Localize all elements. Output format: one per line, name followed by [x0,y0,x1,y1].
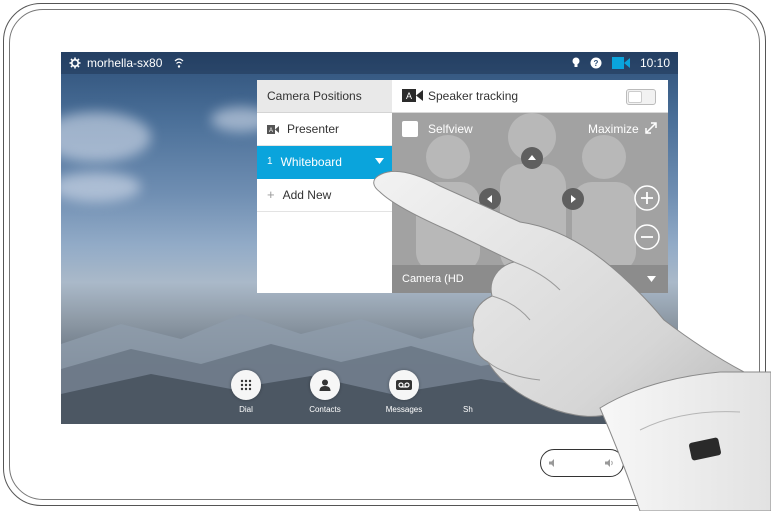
touch-screen: morhella-sx80 ? 10:10 Camera Positions A [61,52,678,424]
person-icon [310,370,340,400]
volume-up-icon[interactable] [605,459,615,467]
mute-button[interactable] [642,449,670,477]
position-item-whiteboard[interactable]: 1 Whiteboard [257,146,392,179]
status-bar: morhella-sx80 ? 10:10 [61,52,678,74]
microphone-icon [652,457,660,469]
device-name: morhella-sx80 [87,56,163,70]
cloud [61,172,141,202]
maximize-icon[interactable] [644,121,658,135]
speaker-tracking-toggle[interactable] [626,89,656,105]
camera-select-caret-icon [647,276,656,282]
pan-right-button[interactable] [561,187,585,211]
plus-icon: + [267,187,275,202]
dock-label: Contacts [309,405,341,414]
pan-left-button[interactable] [478,187,502,211]
clock: 10:10 [639,56,670,70]
mountain-landscape [61,314,678,424]
svg-text:A: A [406,91,412,101]
dock-messages[interactable]: Messages [374,370,434,414]
selfview-checkbox[interactable] [402,121,418,137]
position-item-presenter[interactable]: A Presenter [257,113,392,146]
dock-share[interactable]: Sh [453,370,513,414]
voicemail-icon [389,370,419,400]
lightbulb-icon[interactable] [572,57,580,69]
wifi-icon [174,57,184,69]
dock-dial[interactable]: Dial [216,370,276,414]
position-item-add-new[interactable]: + Add New [257,179,392,212]
svg-text:A: A [269,128,273,134]
zoom-in-button[interactable] [633,184,661,212]
dock-label: Sh [463,405,473,414]
dropdown-caret-icon[interactable] [375,158,384,164]
camera-positions-panel: Camera Positions A Presenter 1 Whiteboar… [257,80,392,293]
camera-icon[interactable] [611,57,630,69]
camera-control-panel: A Speaker tracking Selfview Maximize Cam… [392,80,668,293]
camera-select-dropdown[interactable]: Camera (HD [392,265,668,293]
position-label: Presenter [287,122,340,136]
volume-control[interactable] [540,449,624,477]
dock-label: Messages [385,405,423,414]
zoom-out-button[interactable] [633,223,661,251]
position-index: 1 [267,156,273,167]
presenter-camera-icon: A [267,124,279,134]
dock-contacts[interactable]: Contacts [295,370,355,414]
camera-positions-header: Camera Positions [257,80,392,113]
selfview-label: Selfview [428,122,473,136]
gear-icon[interactable] [69,57,81,69]
cloud [61,112,151,162]
position-label: Add New [282,188,332,202]
svg-text:?: ? [594,59,599,68]
position-label: Whiteboard [280,155,342,169]
dialpad-icon [231,370,261,400]
camera-select-label: Camera (HD [402,273,464,285]
speaker-tracking-icon: A [402,89,424,107]
speaker-tracking-label: Speaker tracking [428,89,519,103]
volume-down-icon[interactable] [549,459,557,467]
tilt-up-button[interactable] [520,146,544,170]
help-icon[interactable]: ? [590,57,602,69]
speaker-tracking-row: A Speaker tracking [392,80,668,113]
dock-label: Dial [239,405,253,414]
maximize-label[interactable]: Maximize [588,122,639,136]
